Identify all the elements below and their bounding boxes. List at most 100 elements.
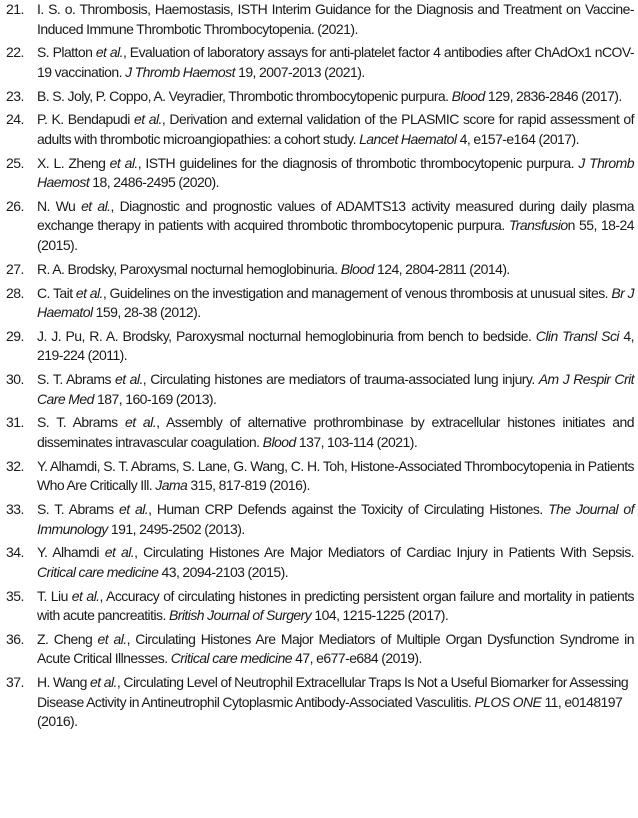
- reference-segment: H. Wang: [37, 674, 91, 691]
- reference-item: 27. R. A. Brodsky, Paroxysmal nocturnal h…: [6, 260, 634, 280]
- reference-text: J. J. Pu, R. A. Brodsky, Paroxysmal noct…: [37, 327, 635, 366]
- reference-journal-or-etal: et al.: [104, 544, 135, 561]
- reference-journal-or-etal: Blood: [451, 87, 486, 104]
- reference-segment: T. Liu: [37, 587, 72, 604]
- reference-text: R. A. Brodsky, Paroxysmal nocturnal hemo…: [37, 260, 634, 280]
- reference-item: 35. T. Liu et al., Accuracy of circulatin…: [6, 587, 635, 626]
- reference-item: 30. S. T. Abrams et al., Circulating hist…: [6, 370, 635, 409]
- reference-text: N. Wu et al., Diagnostic and prognostic …: [37, 197, 635, 256]
- reference-number: 25.: [6, 154, 24, 171]
- reference-journal-or-etal: et al.: [115, 371, 143, 388]
- reference-segment: 137, 103-114 (2021).: [295, 433, 418, 450]
- reference-segment: I. S. o. Thrombosis, Haemostasis, ISTH I…: [37, 1, 635, 37]
- reference-journal-or-etal: J Thromb Haemost: [125, 63, 235, 80]
- reference-text: S. T. Abrams et al., Assembly of alterna…: [37, 413, 635, 452]
- reference-text: C. Tait et al., Guidelines on the invest…: [37, 284, 635, 323]
- reference-segment: S. Platton: [37, 44, 96, 61]
- reference-number: 34.: [6, 544, 24, 561]
- reference-journal-or-etal: Critical care medicine: [37, 563, 159, 580]
- reference-journal-or-etal: et al.: [134, 111, 162, 128]
- reference-segment: , Human CRP Defends against the Toxicity…: [148, 501, 549, 518]
- reference-segment: 47, e677-e684 (2019).: [292, 650, 422, 667]
- reference-number: 35.: [6, 587, 24, 604]
- reference-journal-or-etal: et al.: [109, 154, 139, 171]
- reference-text: B. S. Joly, P. Coppo, A. Veyradier, Thro…: [37, 87, 634, 107]
- reference-number: 28.: [6, 284, 24, 301]
- reference-item: 36. Z. Cheng et al., Circulating Histones…: [6, 630, 635, 669]
- reference-item: 24. P. K. Bendapudi et al., Derivation an…: [6, 110, 635, 149]
- reference-segment: S. T. Abrams: [37, 371, 116, 388]
- reference-segment: , Circulating Histones Are Major Mediato…: [134, 544, 634, 561]
- reference-item: 22. S. Platton et al., Evaluation of labo…: [6, 43, 635, 82]
- reference-segment: , ISTH guidelines for the diagnosis of t…: [137, 154, 579, 171]
- reference-list: 21. I. S. o. Thrombosis, Haemostasis, IST…: [6, 0, 635, 736]
- reference-number: 24.: [6, 111, 24, 128]
- reference-journal-or-etal: et al.: [71, 587, 100, 604]
- reference-journal-or-etal: et al.: [124, 414, 157, 431]
- reference-item: 33. S. T. Abrams et al., Human CRP Defend…: [6, 500, 635, 539]
- reference-number: 31.: [6, 414, 24, 431]
- reference-item: 37. H. Wang et al., Circulating Level of …: [6, 673, 634, 732]
- reference-segment: Y. Alhamdi: [37, 544, 105, 561]
- reference-segment: 124, 2804-2811 (2014).: [373, 260, 510, 277]
- reference-segment: B. S. Joly, P. Coppo, A. Veyradier, Thro…: [37, 87, 452, 104]
- reference-text: T. Liu et al., Accuracy of circulating h…: [37, 587, 635, 626]
- reference-journal-or-etal: Blood: [262, 433, 297, 450]
- reference-journal-or-etal: et al.: [119, 501, 149, 518]
- reference-number: 32.: [6, 457, 24, 474]
- reference-journal-or-etal: et al.: [75, 284, 104, 301]
- reference-segment: 187, 160-169 (2013).: [93, 390, 217, 407]
- reference-segment: Z. Cheng: [37, 630, 98, 647]
- reference-text: X. L. Zheng et al., ISTH guidelines for …: [37, 154, 635, 193]
- reference-journal-or-etal: Critical care medicine: [170, 650, 293, 667]
- reference-segment: Y. Alhamdi, S. T. Abrams, S. Lane, G. Wa…: [37, 457, 635, 494]
- reference-item: 29. J. J. Pu, R. A. Brodsky, Paroxysmal n…: [6, 327, 635, 366]
- reference-journal-or-etal: British Journal of Surgery: [168, 607, 312, 624]
- reference-number: 37.: [6, 674, 24, 691]
- reference-segment: 19, 2007-2013 (2021).: [234, 63, 365, 80]
- reference-item: 34. Y. Alhamdi et al., Circulating Histon…: [6, 543, 635, 582]
- reference-journal-or-etal: et al.: [95, 44, 124, 61]
- reference-text: I. S. o. Thrombosis, Haemostasis, ISTH I…: [37, 0, 635, 39]
- reference-number: 33.: [6, 501, 24, 518]
- reference-text: S. T. Abrams et al., Human CRP Defends a…: [37, 500, 635, 539]
- reference-segment: 104, 1215-1225 (2017).: [311, 607, 449, 624]
- reference-text: Y. Alhamdi, S. T. Abrams, S. Lane, G. Wa…: [37, 457, 635, 496]
- reference-segment: C. Tait: [37, 284, 76, 301]
- reference-number: 36.: [6, 630, 24, 647]
- reference-text: Z. Cheng et al., Circulating Histones Ar…: [37, 630, 635, 669]
- reference-segment: X. L. Zheng: [37, 154, 110, 171]
- reference-journal-or-etal: Lancet Haematol: [359, 130, 457, 147]
- reference-text: H. Wang et al., Circulating Level of Neu…: [37, 673, 634, 732]
- reference-item: 28. C. Tait et al., Guidelines on the inv…: [6, 284, 635, 323]
- reference-segment: 191, 2495-2502 (2013).: [107, 520, 245, 537]
- reference-item: 25. X. L. Zheng et al., ISTH guidelines f…: [6, 154, 635, 193]
- reference-number: 22.: [6, 44, 24, 61]
- reference-number: 27.: [6, 260, 24, 277]
- reference-item: 23. B. S. Joly, P. Coppo, A. Veyradier, T…: [6, 87, 634, 107]
- reference-number: 29.: [6, 327, 24, 344]
- reference-journal-or-etal: et al.: [97, 630, 128, 647]
- reference-segment: 315, 817-819 (2016).: [187, 477, 310, 494]
- reference-text: P. K. Bendapudi et al., Derivation and e…: [37, 110, 635, 149]
- reference-item: 32. Y. Alhamdi, S. T. Abrams, S. Lane, G.…: [6, 457, 635, 496]
- reference-journal-or-etal: Clin Transl Sci: [535, 327, 620, 344]
- reference-number: 26.: [6, 197, 24, 214]
- reference-segment: S. T. Abrams: [37, 414, 125, 431]
- reference-segment: J. J. Pu, R. A. Brodsky, Paroxysmal noct…: [37, 327, 536, 344]
- reference-number: 21.: [6, 1, 24, 17]
- reference-text: Y. Alhamdi et al., Circulating Histones …: [37, 543, 635, 582]
- reference-journal-or-etal: et al.: [81, 197, 111, 214]
- reference-segment: 18, 2486-2495 (2020).: [89, 174, 219, 191]
- reference-text: S. T. Abrams et al., Circulating histone…: [37, 370, 635, 409]
- reference-segment: N. Wu: [37, 197, 82, 214]
- reference-segment: 129, 2836-2846 (2017).: [484, 87, 622, 104]
- reference-item: 21. I. S. o. Thrombosis, Haemostasis, IST…: [6, 0, 635, 39]
- reference-item: 31. S. T. Abrams et al., Assembly of alte…: [6, 413, 635, 452]
- reference-number: 30.: [6, 371, 24, 388]
- reference-journal-or-etal: PLOS ONE: [474, 693, 542, 710]
- reference-number: 23.: [6, 87, 24, 104]
- reference-journal-or-etal: Transfusio: [508, 217, 568, 234]
- reference-journal-or-etal: Jama: [155, 477, 188, 494]
- reference-segment: S. T. Abrams: [37, 501, 119, 518]
